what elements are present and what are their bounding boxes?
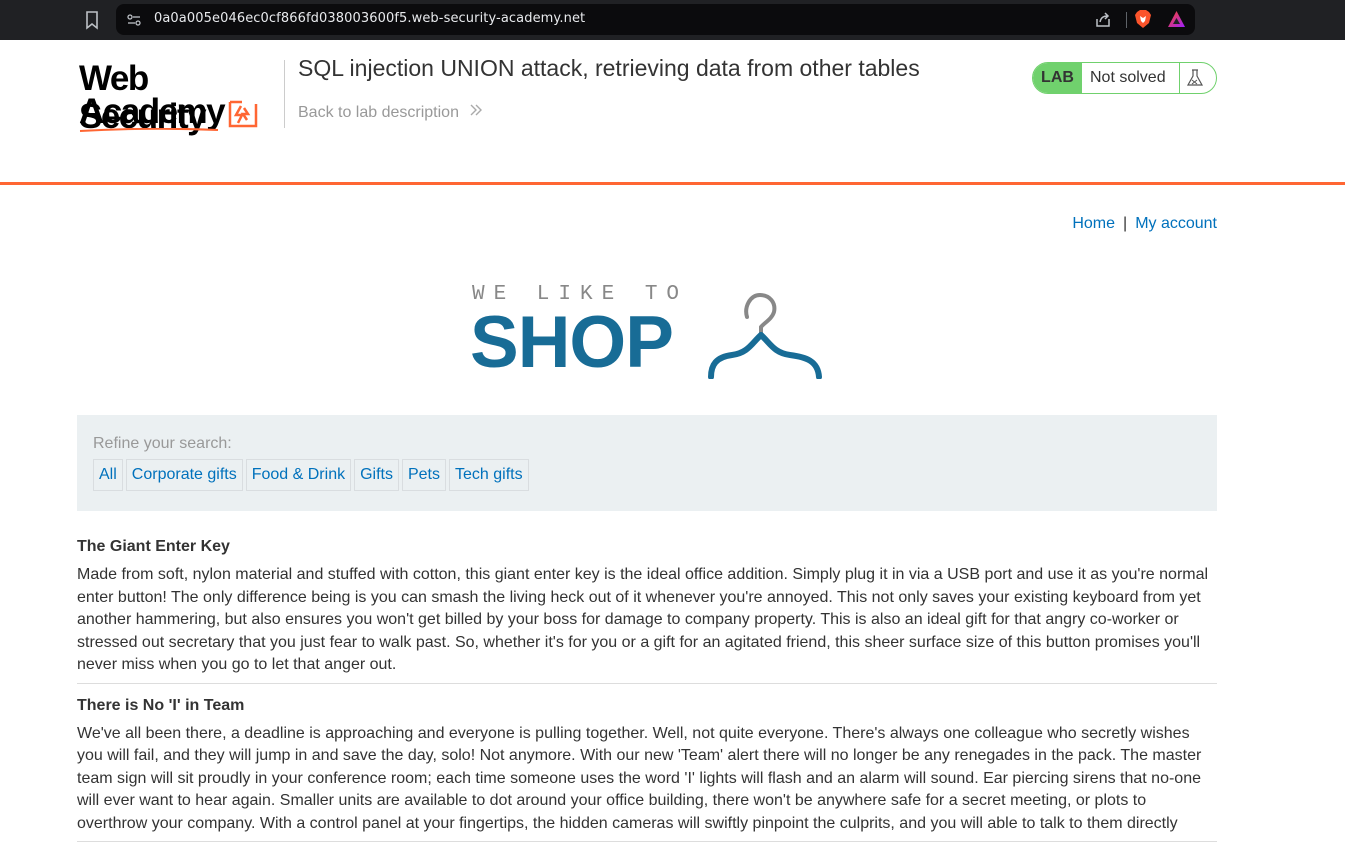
back-to-lab-description-link[interactable]: Back to lab description (298, 103, 483, 122)
url-text[interactable]: 0a0a005e046ec0cf866fd038003600f5.web-sec… (154, 11, 585, 26)
nav-separator: | (1123, 215, 1127, 232)
product-title: The Giant Enter Key (77, 530, 1217, 564)
my-account-link[interactable]: My account (1135, 215, 1217, 232)
category-filter-corporate-gifts[interactable]: Corporate gifts (126, 459, 243, 491)
filter-label: Refine your search: (93, 435, 232, 453)
bookmark-icon[interactable] (84, 10, 100, 30)
category-filter-all[interactable]: All (93, 459, 123, 491)
home-link[interactable]: Home (1072, 215, 1115, 232)
share-icon[interactable] (1094, 11, 1112, 29)
product-description: Made from soft, nylon material and stuff… (77, 564, 1217, 677)
academy-logo[interactable]: Web Security Academy (79, 60, 279, 135)
toolbar-divider (1126, 12, 1127, 28)
shop-top-nav: Home | My account (1072, 215, 1217, 233)
rewards-icon[interactable] (1167, 10, 1186, 28)
shop-banner-logo: WE LIKE TO SHOP (470, 283, 825, 383)
product-title: There is No 'I' in Team (77, 689, 1217, 723)
brave-icon[interactable] (1134, 9, 1152, 29)
site-info-icon[interactable] (126, 12, 142, 28)
banner-shop-word: SHOP (470, 303, 673, 383)
category-filter-list: All Corporate gifts Food & Drink Gifts P… (93, 459, 532, 491)
lab-status-text: Not solved (1090, 63, 1166, 93)
academy-header: Web Security Academy SQL injection UNION… (0, 40, 1345, 182)
clothes-hanger-icon (702, 287, 822, 379)
address-bar[interactable]: 0a0a005e046ec0cf866fd038003600f5.web-sec… (116, 4, 1195, 35)
back-link-label: Back to lab description (298, 104, 459, 121)
badge-separator (1179, 63, 1180, 93)
header-orange-rule (0, 182, 1345, 185)
product-description: We've all been there, a deadline is appr… (77, 723, 1217, 836)
category-filter-tech-gifts[interactable]: Tech gifts (449, 459, 529, 491)
category-filter-panel: Refine your search: All Corporate gifts … (77, 415, 1217, 511)
double-chevron-right-icon (469, 103, 483, 117)
lightning-bolt-icon (227, 98, 259, 130)
category-filter-food-drink[interactable]: Food & Drink (246, 459, 351, 491)
lab-title: SQL injection UNION attack, retrieving d… (298, 55, 920, 82)
logo-underline (79, 128, 219, 132)
header-divider (284, 60, 285, 128)
product-list: The Giant Enter Key Made from soft, nylo… (77, 530, 1217, 842)
logo-text-line2: Academy (79, 93, 224, 131)
browser-toolbar: 0a0a005e046ec0cf866fd038003600f5.web-sec… (0, 0, 1345, 40)
category-filter-gifts[interactable]: Gifts (354, 459, 399, 491)
product-item: The Giant Enter Key Made from soft, nylo… (77, 530, 1217, 684)
lab-badge-label: LAB (1033, 63, 1082, 93)
flask-icon (1185, 68, 1205, 88)
lab-status-badge: LAB Not solved (1032, 62, 1217, 94)
category-filter-pets[interactable]: Pets (402, 459, 446, 491)
product-item: There is No 'I' in Team We've all been t… (77, 684, 1217, 842)
